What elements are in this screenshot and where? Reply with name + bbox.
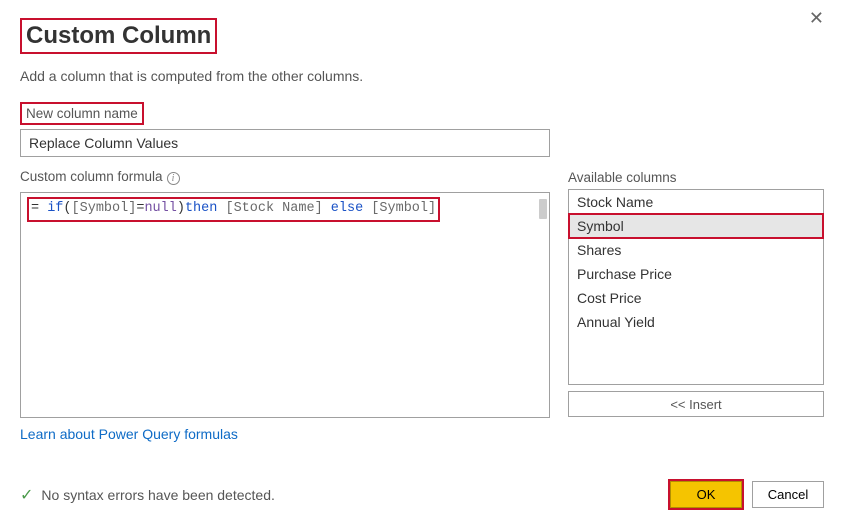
column-item[interactable]: Shares — [569, 238, 823, 262]
close-icon[interactable]: ✕ — [801, 4, 832, 33]
column-item[interactable]: Stock Name — [569, 190, 823, 214]
column-item[interactable]: Cost Price — [569, 286, 823, 310]
cancel-button[interactable]: Cancel — [752, 481, 824, 508]
formula-token: ( — [63, 201, 71, 216]
available-columns-label: Available columns — [568, 170, 677, 185]
scrollbar[interactable] — [539, 199, 547, 219]
formula-label: Custom column formula — [20, 169, 163, 184]
column-item[interactable]: Purchase Price — [569, 262, 823, 286]
formula-token: null — [144, 201, 176, 216]
formula-token: ) — [177, 201, 185, 216]
formula-token: else — [323, 201, 372, 216]
dialog-subtitle: Add a column that is computed from the o… — [20, 68, 824, 84]
formula-token: then — [185, 201, 226, 216]
column-item-selected[interactable]: Symbol — [569, 214, 823, 238]
status-text: No syntax errors have been detected. — [41, 487, 274, 503]
dialog-title: Custom Column — [20, 18, 217, 54]
formula-token: [Symbol] — [72, 201, 137, 216]
formula-token: = — [31, 201, 47, 216]
formula-token: [Symbol] — [371, 201, 436, 216]
check-icon: ✓ — [20, 485, 33, 505]
formula-editor[interactable]: = if([Symbol]=null)then [Stock Name] els… — [20, 192, 550, 418]
insert-button[interactable]: << Insert — [568, 391, 824, 417]
formula-token: if — [47, 201, 63, 216]
formula-token: [Stock Name] — [225, 201, 322, 216]
ok-button[interactable]: OK — [670, 481, 742, 508]
info-icon[interactable]: i — [167, 172, 180, 185]
new-column-name-input[interactable] — [20, 129, 550, 157]
column-item[interactable]: Annual Yield — [569, 310, 823, 334]
learn-link[interactable]: Learn about Power Query formulas — [20, 426, 238, 442]
new-column-label: New column name — [20, 102, 144, 125]
available-columns-list[interactable]: Stock Name Symbol Shares Purchase Price … — [568, 189, 824, 385]
